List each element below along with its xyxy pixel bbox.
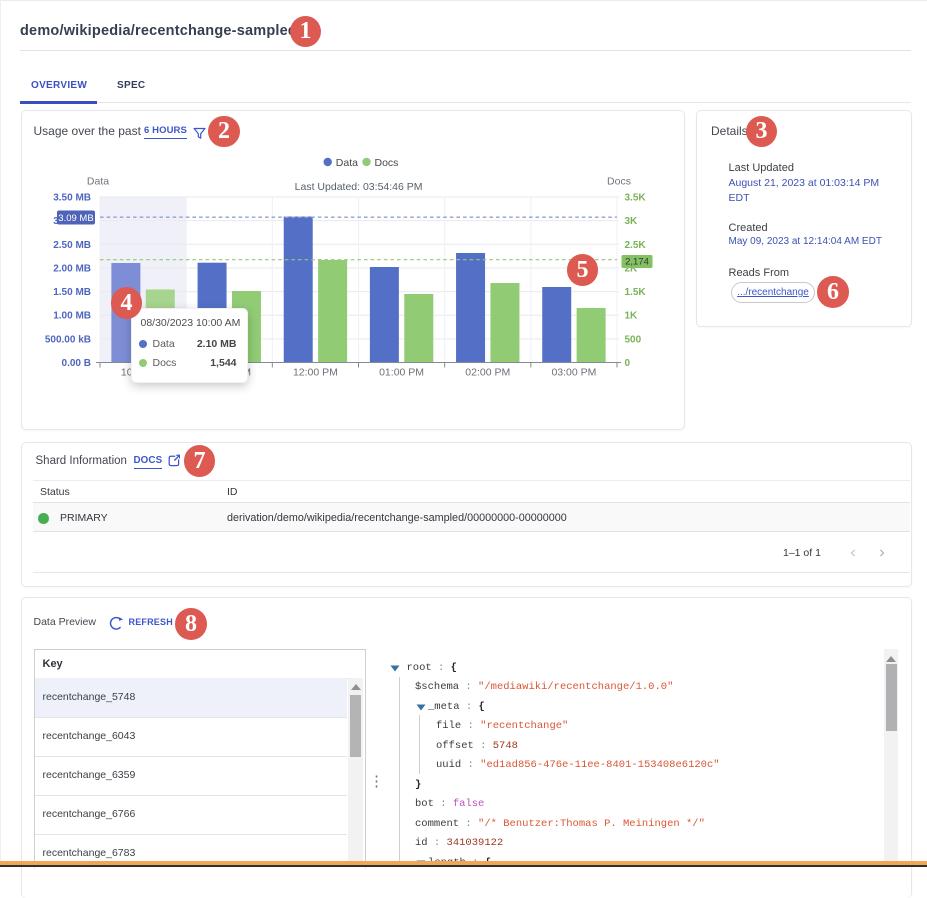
svg-text:3.09 MB: 3.09 MB — [58, 213, 93, 224]
svg-text:2,174: 2,174 — [625, 257, 649, 268]
svg-text:3.5K: 3.5K — [625, 193, 647, 204]
svg-text:03:00 PM: 03:00 PM — [551, 367, 596, 379]
svg-text:Last Updated: 03:54:46 PM: Last Updated: 03:54:46 PM — [295, 181, 423, 193]
svg-text:12:00 PM: 12:00 PM — [293, 367, 338, 379]
svg-text:2.5K: 2.5K — [625, 240, 647, 251]
svg-text:1.50 MB: 1.50 MB — [53, 287, 91, 298]
svg-text:500: 500 — [625, 334, 642, 345]
svg-text:3K: 3K — [625, 216, 639, 227]
svg-text:Docs: Docs — [375, 157, 399, 169]
svg-text:Docs: Docs — [607, 176, 631, 188]
svg-text:2.50 MB: 2.50 MB — [53, 240, 91, 251]
svg-text:1K: 1K — [625, 311, 639, 322]
svg-text:0.00 B: 0.00 B — [62, 358, 91, 369]
svg-text:0: 0 — [625, 358, 631, 369]
svg-text:01:00 PM: 01:00 PM — [379, 367, 424, 379]
svg-text:1.00 MB: 1.00 MB — [53, 311, 91, 322]
svg-text:1.5K: 1.5K — [625, 287, 647, 298]
svg-text:500.00 kB: 500.00 kB — [45, 334, 91, 345]
svg-text:Data: Data — [87, 176, 109, 188]
svg-text:02:00 PM: 02:00 PM — [465, 367, 510, 379]
svg-text:2.00 MB: 2.00 MB — [53, 263, 91, 274]
svg-text:Data: Data — [336, 157, 358, 169]
svg-text:3.50 MB: 3.50 MB — [53, 193, 91, 204]
